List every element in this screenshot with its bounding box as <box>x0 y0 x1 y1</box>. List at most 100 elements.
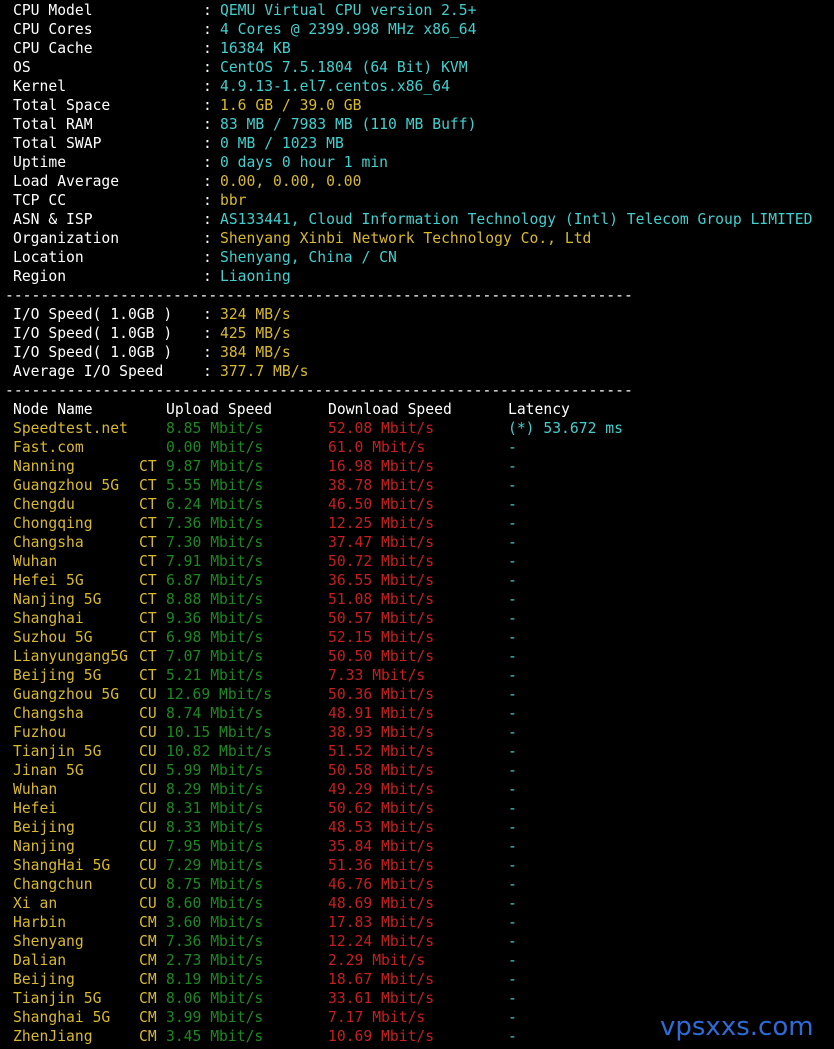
sysinfo-value: 16384 KB <box>220 40 291 57</box>
sysinfo-colon: : <box>203 249 212 266</box>
upload-speed: 7.36 Mbit/s <box>166 933 264 950</box>
upload-speed: 8.31 Mbit/s <box>166 800 264 817</box>
isp-tag: CM <box>139 1028 157 1045</box>
upload-speed: 3.45 Mbit/s <box>166 1028 264 1045</box>
io-label: I/O Speed( 1.0GB ) <box>13 344 173 361</box>
sysinfo-value: 83 MB / 7983 MB (110 MB Buff) <box>220 116 477 133</box>
upload-speed: 8.74 Mbit/s <box>166 705 264 722</box>
isp-tag: CT <box>139 534 157 551</box>
isp-tag: CU <box>139 724 157 741</box>
latency-value: - <box>508 781 517 798</box>
download-speed: 46.76 Mbit/s <box>328 876 435 893</box>
latency-value: - <box>508 990 517 1007</box>
download-speed: 2.29 Mbit/s <box>328 952 426 969</box>
latency-value: - <box>508 458 517 475</box>
upload-speed: 8.88 Mbit/s <box>166 591 264 608</box>
io-label: Average I/O Speed <box>13 363 164 380</box>
sysinfo-label: TCP CC <box>13 192 67 209</box>
separator-line: ----------------------------------------… <box>5 382 633 399</box>
sysinfo-colon: : <box>203 116 212 133</box>
sysinfo-label: Load Average <box>13 173 120 190</box>
node-name: Fuzhou <box>13 724 67 741</box>
download-speed: 51.08 Mbit/s <box>328 591 435 608</box>
node-name: Wuhan <box>13 781 58 798</box>
header-download-speed: Download Speed <box>328 401 452 418</box>
upload-speed: 8.29 Mbit/s <box>166 781 264 798</box>
io-label: I/O Speed( 1.0GB ) <box>13 306 173 323</box>
sysinfo-value: 0 days 0 hour 1 min <box>220 154 389 171</box>
latency-value: - <box>508 1009 517 1026</box>
node-name: Beijing 5G <box>13 667 102 684</box>
isp-tag: CU <box>139 895 157 912</box>
latency-value: - <box>508 667 517 684</box>
latency-value: - <box>508 534 517 551</box>
download-speed: 18.67 Mbit/s <box>328 971 435 988</box>
header-node-name: Node Name <box>13 401 93 418</box>
isp-tag: CU <box>139 686 157 703</box>
sysinfo-colon: : <box>203 268 212 285</box>
sysinfo-label: Kernel <box>13 78 67 95</box>
header-latency: Latency <box>508 401 570 418</box>
sysinfo-label: Total RAM <box>13 116 93 133</box>
sysinfo-label: Total Space <box>13 97 111 114</box>
sysinfo-colon: : <box>203 97 212 114</box>
latency-value: - <box>508 800 517 817</box>
isp-tag: CU <box>139 705 157 722</box>
upload-speed: 8.19 Mbit/s <box>166 971 264 988</box>
node-name: ShangHai 5G <box>13 857 111 874</box>
io-colon: : <box>203 344 212 361</box>
io-value: 324 MB/s <box>220 306 291 323</box>
latency-value: - <box>508 477 517 494</box>
latency-value: - <box>508 439 517 456</box>
latency-value: - <box>508 496 517 513</box>
upload-speed: 8.60 Mbit/s <box>166 895 264 912</box>
download-speed: 38.78 Mbit/s <box>328 477 435 494</box>
node-name: Jinan 5G <box>13 762 84 779</box>
node-name: Nanning <box>13 458 75 475</box>
io-label: I/O Speed( 1.0GB ) <box>13 325 173 342</box>
download-speed: 51.36 Mbit/s <box>328 857 435 874</box>
node-name: Wuhan <box>13 553 58 570</box>
sysinfo-value: 4.9.13-1.el7.centos.x86_64 <box>220 78 450 95</box>
download-speed: 38.93 Mbit/s <box>328 724 435 741</box>
sysinfo-label: Total SWAP <box>13 135 102 152</box>
latency-value: (*) 53.672 ms <box>508 420 623 437</box>
upload-speed: 7.36 Mbit/s <box>166 515 264 532</box>
node-name: Shenyang <box>13 933 84 950</box>
node-name: Shanghai <box>13 610 84 627</box>
sysinfo-colon: : <box>203 173 212 190</box>
upload-speed: 12.69 Mbit/s <box>166 686 273 703</box>
io-value: 425 MB/s <box>220 325 291 342</box>
latency-value: - <box>508 724 517 741</box>
latency-value: - <box>508 1028 517 1045</box>
isp-tag: CM <box>139 933 157 950</box>
sysinfo-colon: : <box>203 230 212 247</box>
isp-tag: CT <box>139 496 157 513</box>
latency-value: - <box>508 705 517 722</box>
upload-speed: 9.87 Mbit/s <box>166 458 264 475</box>
isp-tag: CM <box>139 914 157 931</box>
isp-tag: CU <box>139 800 157 817</box>
download-speed: 52.15 Mbit/s <box>328 629 435 646</box>
download-speed: 49.29 Mbit/s <box>328 781 435 798</box>
node-name: Hefei <box>13 800 58 817</box>
latency-value: - <box>508 515 517 532</box>
node-name: Harbin <box>13 914 67 931</box>
isp-tag: CT <box>139 515 157 532</box>
node-name: Lianyungang5G <box>13 648 128 665</box>
node-name: Chengdu <box>13 496 75 513</box>
download-speed: 36.55 Mbit/s <box>328 572 435 589</box>
node-name: Tianjin 5G <box>13 990 102 1007</box>
latency-value: - <box>508 610 517 627</box>
node-name: Guangzhou 5G <box>13 686 120 703</box>
latency-value: - <box>508 838 517 855</box>
io-value: 377.7 MB/s <box>220 363 309 380</box>
latency-value: - <box>508 819 517 836</box>
sysinfo-colon: : <box>203 135 212 152</box>
separator-line: ----------------------------------------… <box>5 287 633 304</box>
isp-tag: CU <box>139 838 157 855</box>
sysinfo-value: Shenyang, China / CN <box>220 249 397 266</box>
sysinfo-label: ASN & ISP <box>13 211 93 228</box>
upload-speed: 9.36 Mbit/s <box>166 610 264 627</box>
node-name: Nanjing <box>13 838 75 855</box>
